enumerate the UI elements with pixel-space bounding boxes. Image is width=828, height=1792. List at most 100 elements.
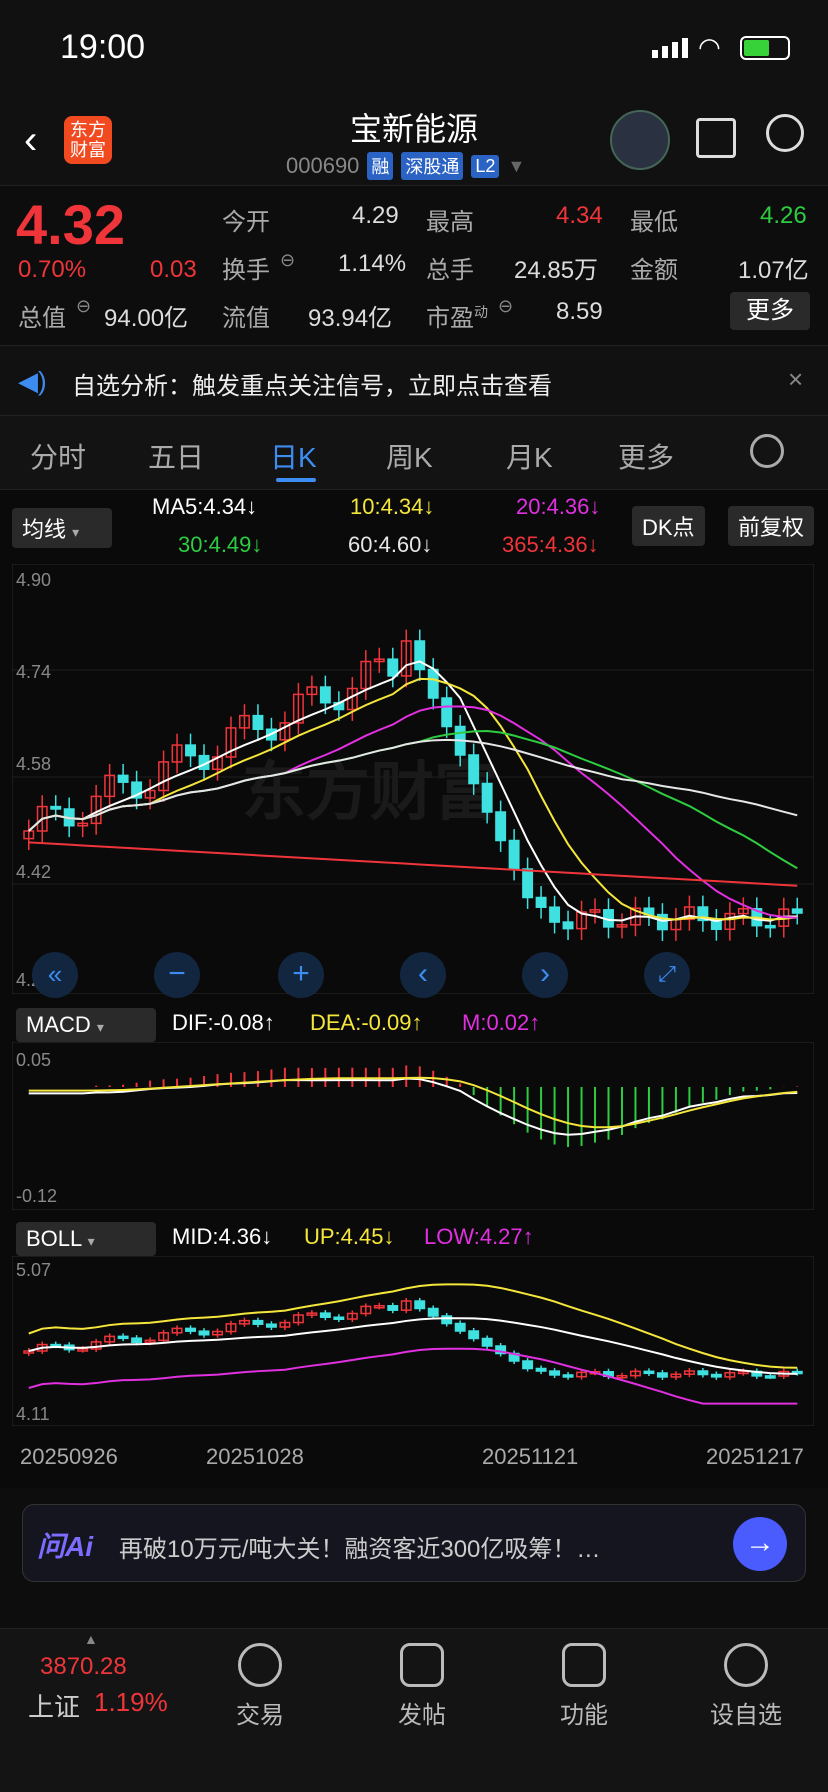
signal-icon (652, 38, 688, 58)
turnover-value: 1.14% (338, 250, 407, 277)
low-label: 最低 (630, 209, 678, 236)
ma10-text: 10:4.34 (350, 494, 424, 519)
info-icon[interactable]: ⊖ (280, 250, 295, 271)
candle-chart[interactable]: 东方财富 4.90 4.74 4.58 4.42 4.26 (12, 564, 814, 994)
robot-avatar-icon[interactable] (610, 110, 670, 170)
candle-body (441, 1315, 453, 1325)
tabbar-post[interactable]: 发帖 (362, 1643, 482, 1730)
dk-point-button[interactable]: DK点 (632, 506, 705, 546)
current-price: 4.32 (16, 193, 125, 256)
chevron-down-icon[interactable]: ▼ (507, 156, 525, 177)
index-change[interactable]: 1.19% (94, 1687, 168, 1718)
x-tick: 20251028 (206, 1444, 304, 1469)
index-value[interactable]: 3870.28 (40, 1653, 127, 1681)
step-left-icon[interactable]: ‹ (400, 952, 446, 998)
x-tick: 20251121 (482, 1444, 579, 1469)
candle-body (791, 908, 803, 914)
adjust-button[interactable]: 前复权 (728, 506, 815, 546)
ma30-arrow: ↓ (251, 532, 263, 557)
tab-monthly-k[interactable]: 月K (506, 436, 553, 476)
candle-body (185, 1327, 197, 1332)
x-tick: 20250926 (20, 1444, 118, 1469)
candle-body (117, 1335, 129, 1340)
tab-intraday[interactable]: 分时 (30, 436, 86, 476)
y-tick: -0.12 (16, 1186, 57, 1206)
info-icon[interactable]: ⊖ (498, 296, 513, 317)
ma60-arrow: ↓ (421, 532, 433, 557)
tabbar-functions[interactable]: 功能 (524, 1643, 644, 1730)
candle-body (198, 1330, 210, 1336)
candle-body (427, 1307, 439, 1317)
candle-body (131, 1337, 143, 1344)
double-left-icon[interactable]: « (32, 952, 78, 998)
macd-chart[interactable]: 0.05 -0.12 (12, 1042, 814, 1210)
candle-body (454, 1322, 466, 1332)
candle-body (117, 774, 129, 783)
tab-daily-k[interactable]: 日K (270, 436, 317, 476)
close-icon[interactable]: × (788, 364, 803, 395)
low-text: LOW:4.27 (424, 1224, 523, 1249)
boll-select-label: BOLL (26, 1226, 82, 1251)
y-tick: 4.42 (16, 862, 51, 882)
y-tick: 4.58 (16, 754, 51, 774)
chart-area: 均线 ▾ MA5:4.34↓ 10:4.34↓ 20:4.36↓ 30:4.49… (0, 490, 828, 1488)
ma-select-label: 均线 (22, 517, 67, 542)
search-icon[interactable] (766, 114, 804, 152)
gear-icon[interactable] (750, 434, 784, 468)
low-value: 4.26 (760, 202, 807, 229)
zoom-out-icon[interactable]: − (154, 952, 200, 998)
ma20-legend: 20:4.36↓ (516, 494, 600, 520)
ai-section: 问Ai 再破10万元/吨大关！融资客近300亿吸筹！… → (0, 1488, 828, 1628)
dea-legend: DEA:-0.09↑ (310, 1010, 423, 1036)
ai-prompt-text: 再破10万元/吨大关！融资客近300亿吸筹！… (119, 1536, 601, 1563)
candle-body (562, 1374, 574, 1378)
pe-label: 市盈动 (426, 298, 488, 333)
mid-arrow: ↓ (261, 1224, 273, 1249)
arrow-right-icon[interactable]: → (733, 1517, 787, 1571)
total-cap-value: 94.00亿 (104, 305, 189, 332)
macd-select[interactable]: MACD ▾ (16, 1008, 156, 1042)
zoom-in-icon[interactable]: + (278, 952, 324, 998)
index-name[interactable]: 上证 (28, 1687, 80, 1724)
ma10-arrow: ↓ (423, 494, 435, 519)
yen-icon (238, 1643, 282, 1687)
caret-up-icon[interactable]: ▲ (84, 1631, 98, 1647)
ma5-legend: MA5:4.34↓ (152, 494, 257, 520)
info-icon[interactable]: ⊖ (76, 296, 91, 317)
ai-input-bar[interactable]: 问Ai 再破10万元/吨大关！融资客近300亿吸筹！… → (22, 1504, 806, 1582)
change-percent: 0.70% (18, 256, 87, 283)
tab-weekly-k[interactable]: 周K (386, 436, 433, 476)
amount-value: 1.07亿 (738, 257, 809, 284)
candle-body (710, 1373, 722, 1378)
tabbar-watchlist-label: 设自选 (710, 1702, 782, 1729)
candle-body (414, 640, 426, 671)
fullscreen-icon[interactable]: ⤢ (644, 952, 690, 998)
candle-body (508, 839, 520, 870)
tabbar-trade-label: 交易 (236, 1702, 284, 1729)
tab-five-day[interactable]: 五日 (148, 436, 204, 476)
change-amount: 0.03 (150, 256, 197, 283)
candle-body (252, 1319, 264, 1325)
ma30-text: 30:4.49 (178, 532, 252, 557)
float-cap-label: 流值 (222, 305, 270, 332)
candle-body (468, 1330, 480, 1340)
notice-bar[interactable]: ◀) 自选分析：触发重点关注信号，立即点击查看 × (0, 346, 828, 416)
share-icon[interactable] (696, 118, 736, 158)
boll-select[interactable]: BOLL ▾ (16, 1222, 156, 1256)
volume-value: 24.85万 (514, 257, 599, 284)
low-legend: LOW:4.27↑ (424, 1224, 534, 1250)
tabbar-trade[interactable]: 交易 (200, 1643, 320, 1730)
mid-text: MID:4.36 (172, 1224, 262, 1249)
total-cap-label: 总值 (18, 305, 66, 332)
up-text: UP:4.45 (304, 1224, 384, 1249)
step-right-icon[interactable]: › (522, 952, 568, 998)
ma-select[interactable]: 均线 ▾ (12, 508, 112, 548)
more-button[interactable]: 更多 (730, 292, 810, 330)
badge-level2: L2 (471, 154, 500, 178)
candle-body (387, 658, 399, 677)
candle-body (495, 811, 507, 842)
tabbar-watchlist[interactable]: 设自选 (686, 1643, 806, 1730)
candle-body (185, 744, 197, 757)
tab-more[interactable]: 更多 (618, 436, 674, 476)
boll-chart[interactable]: 5.07 4.11 (12, 1256, 814, 1426)
